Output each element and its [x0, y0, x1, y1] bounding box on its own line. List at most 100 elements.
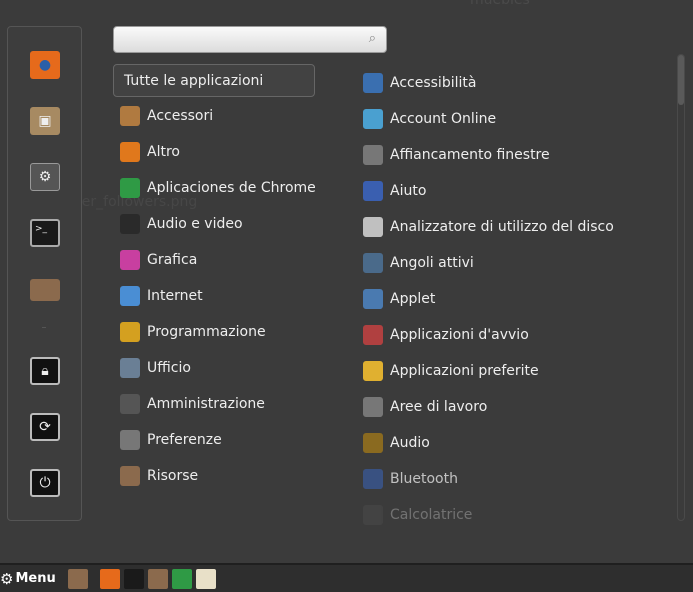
applicazioni-d-avvio-icon [363, 325, 383, 345]
application-label: Affiancamento finestre [390, 147, 550, 163]
search-box: ⌕ [113, 26, 387, 53]
category-label: Amministrazione [147, 396, 265, 412]
favorite-firefox[interactable]: ● [30, 51, 60, 79]
category-item[interactable]: Risorse [120, 464, 198, 488]
application-item[interactable]: Aiuto [363, 179, 426, 203]
application-item[interactable]: Analizzatore di utilizzo del disco [363, 215, 614, 239]
category-label: Grafica [147, 252, 198, 268]
desktop-label-muebles: muebles [470, 0, 530, 8]
application-label: Applicazioni d'avvio [390, 327, 529, 343]
menu-button[interactable]: ⚙ Menu [0, 570, 56, 588]
taskbar-launcher-firefox[interactable] [99, 568, 120, 589]
category-label: Ufficio [147, 360, 191, 376]
firefox-icon: ● [38, 57, 52, 73]
application-label: Accessibilità [390, 75, 477, 91]
taskbar-launcher-folder[interactable] [147, 568, 168, 589]
preferenze-icon [120, 430, 140, 450]
favorite-terminal[interactable]: >_ [30, 219, 60, 247]
application-label: Applicazioni preferite [390, 363, 539, 379]
search-icon: ⌕ [368, 31, 376, 46]
category-item[interactable]: Audio e video [120, 212, 243, 236]
accessori-icon [120, 106, 140, 126]
menu-label: Menu [15, 571, 56, 586]
logout-icon: ⟳ [39, 419, 51, 435]
category-item[interactable]: Grafica [120, 248, 197, 272]
category-label: Preferenze [147, 432, 222, 448]
power-icon: ⏻ [39, 475, 51, 491]
application-label: Aree di lavoro [390, 399, 488, 415]
application-item[interactable]: Account Online [363, 107, 496, 131]
application-label: Calcolatrice [390, 507, 473, 523]
category-all-applications[interactable]: Tutte le applicazioni [113, 64, 315, 97]
ufficio-icon [120, 358, 140, 378]
category-item[interactable]: Ufficio [120, 356, 191, 380]
aree-di-lavoro-icon [363, 397, 383, 417]
application-label: Analizzatore di utilizzo del disco [390, 219, 614, 235]
application-label: Bluetooth [390, 471, 458, 487]
applicazioni-preferite-icon [363, 361, 383, 381]
taskbar-launcher-terminal[interactable] [123, 568, 144, 589]
favorites-panel: ● ▣ ⚙ >_ 🔒︎ ⟳ ⏻ [7, 26, 82, 521]
gear-icon: ⚙ [38, 169, 52, 185]
application-item[interactable]: Bluetooth [363, 467, 458, 491]
application-item[interactable]: Aree di lavoro [363, 395, 487, 419]
application-item[interactable]: Applet [363, 287, 435, 311]
application-item[interactable]: Applicazioni d'avvio [363, 323, 529, 347]
category-label: Internet [147, 288, 203, 304]
category-item[interactable]: Internet [120, 284, 203, 308]
search-input[interactable] [124, 27, 354, 52]
taskbar-launcher-text-editor[interactable] [195, 568, 216, 589]
altro-icon [120, 142, 140, 162]
aplicaciones-de-chrome-icon [120, 178, 140, 198]
application-item[interactable]: Accessibilità [363, 71, 476, 95]
internet-icon [120, 286, 140, 306]
audio-e-video-icon [120, 214, 140, 234]
amministrazione-icon [120, 394, 140, 414]
applet-icon [363, 289, 383, 309]
category-item[interactable]: Accessori [120, 104, 213, 128]
application-item[interactable]: Applicazioni preferite [363, 359, 539, 383]
category-item[interactable]: Amministrazione [120, 392, 265, 416]
taskbar-launcher-chrome[interactable] [171, 568, 192, 589]
category-label: Accessori [147, 108, 214, 124]
application-label: Audio [390, 435, 430, 451]
angoli-attivi-icon [363, 253, 383, 273]
favorite-files[interactable] [30, 279, 60, 301]
favorite-system-settings[interactable]: ⚙ [30, 163, 60, 191]
favorite-software-manager[interactable]: ▣ [30, 107, 60, 135]
analizzatore-di-utilizzo-del-disco-icon [363, 217, 383, 237]
aiuto-icon [363, 181, 383, 201]
category-item[interactable]: Aplicaciones de Chrome [120, 176, 316, 200]
category-label: Risorse [147, 468, 199, 484]
shutdown-button[interactable]: ⏻ [30, 469, 60, 497]
affiancamento-finestre-icon [363, 145, 383, 165]
application-label: Account Online [390, 111, 497, 127]
category-label: Programmazione [147, 324, 266, 340]
category-item[interactable]: Programmazione [120, 320, 266, 344]
application-item[interactable]: Affiancamento finestre [363, 143, 550, 167]
bluetooth-icon [363, 469, 383, 489]
scrollbar-thumb[interactable] [678, 55, 684, 105]
programmazione-icon [120, 322, 140, 342]
audio-icon [363, 433, 383, 453]
accessibilit--icon [363, 73, 383, 93]
logout-button[interactable]: ⟳ [30, 413, 60, 441]
category-item[interactable]: Altro [120, 140, 180, 164]
gear-icon: ⚙ [0, 569, 14, 588]
category-item[interactable]: Preferenze [120, 428, 222, 452]
category-label: Aplicaciones de Chrome [147, 180, 316, 196]
application-item[interactable]: Calcolatrice [363, 503, 472, 527]
scrollbar[interactable] [677, 54, 685, 521]
lock-screen-button[interactable]: 🔒︎ [30, 357, 60, 385]
favorites-separator [42, 327, 46, 328]
application-item[interactable]: Audio [363, 431, 430, 455]
package-icon: ▣ [38, 113, 52, 129]
category-label: Audio e video [147, 216, 243, 232]
grafica-icon [120, 250, 140, 270]
application-label: Aiuto [390, 183, 427, 199]
taskbar: ⚙ Menu [0, 563, 693, 592]
application-item[interactable]: Angoli attivi [363, 251, 474, 275]
taskbar-launcher-show-desktop[interactable] [67, 568, 88, 589]
calcolatrice-icon [363, 505, 383, 525]
lock-icon: 🔒︎ [41, 363, 49, 379]
